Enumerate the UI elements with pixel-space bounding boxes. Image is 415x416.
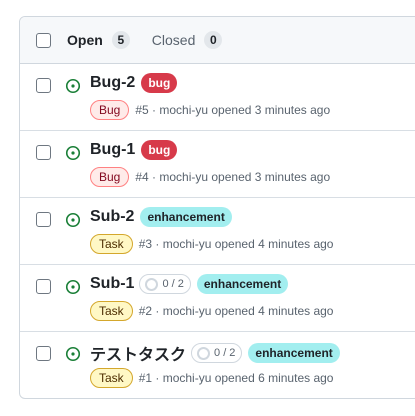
issues-list: Open 5 Closed 0 Bug-2 bug Bug #5 · mochi… [19,16,415,399]
issue-type-badge[interactable]: Task [90,234,133,254]
issue-row: Sub-2 enhancement Task #3 · mochi-yu ope… [20,198,415,265]
issue-meta-line: Task #2 · mochi-yu opened 4 minutes ago [90,301,333,321]
progress-circle-icon [145,277,159,291]
tab-open-label: Open [67,32,103,48]
closed-count-badge: 0 [204,31,223,49]
issue-meta-text: #2 · mochi-yu opened 4 minutes ago [138,304,334,318]
issue-title-link[interactable]: Sub-1 [90,275,134,293]
issues-list-header: Open 5 Closed 0 [20,17,415,64]
issue-row: テストタスク 0 / 2 enhancement Task #1 · mochi… [20,332,415,398]
issue-opened-icon [65,279,81,295]
issue-meta-text: #3 · mochi-yu opened 4 minutes ago [138,237,334,251]
issue-type-badge[interactable]: Task [90,368,133,388]
subtask-progress[interactable]: 0 / 2 [191,343,243,363]
issue-title-link[interactable]: テストタスク [90,341,186,365]
issue-checkbox[interactable] [36,145,51,160]
issue-row: Bug-2 bug Bug #5 · mochi-yu opened 3 min… [20,64,415,131]
tab-closed-label: Closed [151,32,196,48]
issue-label[interactable]: bug [141,73,178,93]
issue-meta-line: Bug #5 · mochi-yu opened 3 minutes ago [90,100,330,120]
issue-opened-icon [65,346,81,362]
issue-label[interactable]: enhancement [248,343,340,363]
subtask-progress-text: 0 / 2 [162,278,184,290]
tab-open[interactable]: Open 5 [67,31,130,49]
subtask-progress[interactable]: 0 / 2 [139,274,191,294]
issue-opened-icon [65,145,81,161]
issue-title-line: Sub-2 enhancement [90,207,232,227]
issue-title-line: テストタスク 0 / 2 enhancement [90,341,340,365]
issue-meta-text: #4 · mochi-yu opened 3 minutes ago [135,170,331,184]
issue-opened-icon [65,212,81,228]
issue-title-link[interactable]: Sub-2 [90,208,134,226]
issue-label[interactable]: enhancement [196,274,289,294]
issue-label[interactable]: enhancement [140,207,232,227]
tab-closed[interactable]: Closed 0 [152,31,223,49]
issue-meta-text: #1 · mochi-yu opened 6 minutes ago [138,371,334,385]
issue-meta-line: Task #1 · mochi-yu opened 6 minutes ago [90,368,333,388]
issue-opened-icon [65,78,81,94]
issue-title-link[interactable]: Bug-2 [90,74,135,92]
issue-type-badge[interactable]: Bug [90,100,130,120]
issue-checkbox[interactable] [36,346,51,361]
issue-row: Bug-1 bug Bug #4 · mochi-yu opened 3 min… [20,131,415,198]
issue-title-line: Bug-2 bug [90,73,178,93]
subtask-progress-text: 0 / 2 [214,347,236,359]
issue-checkbox[interactable] [36,212,51,227]
issue-type-badge[interactable]: Bug [90,167,130,187]
issue-rows: Bug-2 bug Bug #5 · mochi-yu opened 3 min… [20,64,415,398]
progress-circle-icon [197,346,211,360]
issue-checkbox[interactable] [36,279,51,294]
issue-meta-text: #5 · mochi-yu opened 3 minutes ago [135,103,331,117]
issue-title-line: Bug-1 bug [90,140,178,160]
select-all-checkbox[interactable] [36,32,51,48]
issue-title-line: Sub-1 0 / 2 enhancement [90,274,289,294]
issue-type-badge[interactable]: Task [90,301,133,321]
issue-checkbox[interactable] [36,78,51,93]
open-count-badge: 5 [111,31,130,49]
issue-row: Sub-1 0 / 2 enhancement Task #2 · mochi-… [20,265,415,332]
issue-label[interactable]: bug [141,140,178,160]
issue-meta-line: Bug #4 · mochi-yu opened 3 minutes ago [90,167,330,187]
issue-title-link[interactable]: Bug-1 [90,141,135,159]
issue-meta-line: Task #3 · mochi-yu opened 4 minutes ago [90,234,333,254]
